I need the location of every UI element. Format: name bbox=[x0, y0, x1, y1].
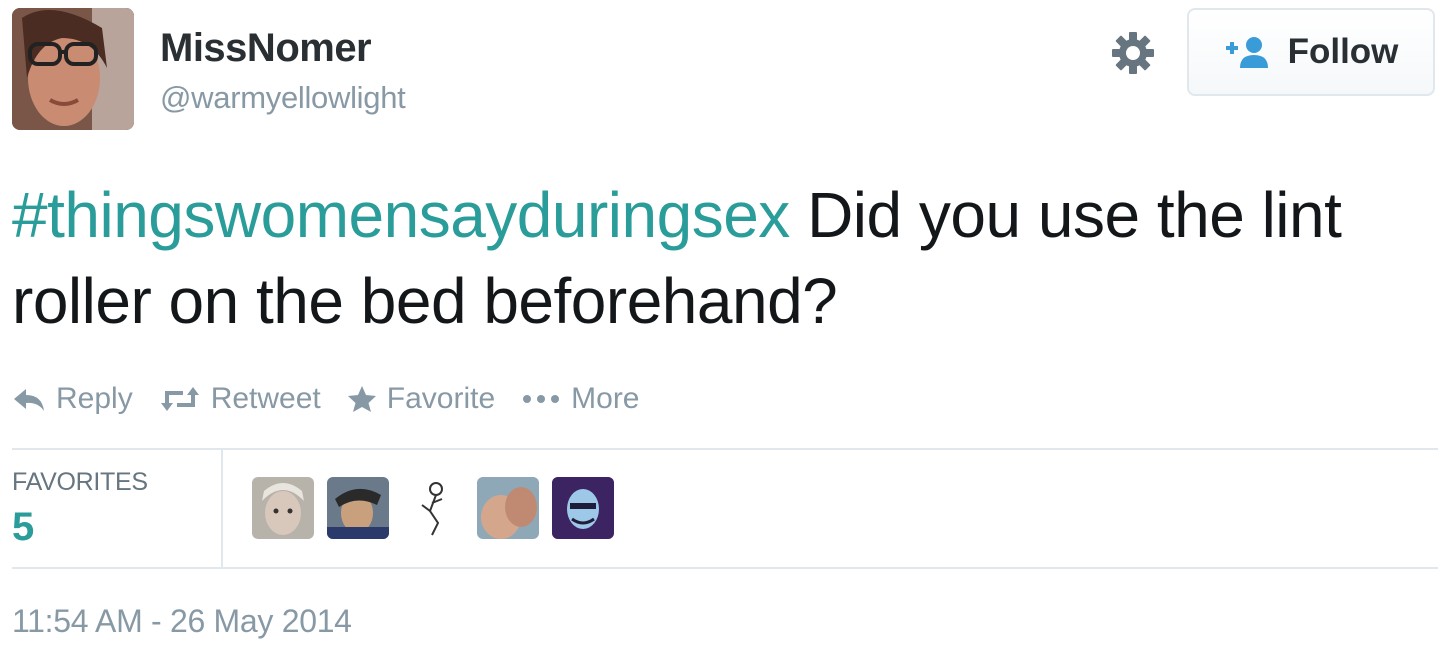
favorites-label: FAVORITES bbox=[12, 468, 148, 496]
user-avatar[interactable] bbox=[12, 8, 134, 130]
screen-name[interactable]: @warmyellowlight bbox=[160, 80, 406, 116]
follow-label: Follow bbox=[1287, 32, 1399, 71]
tweet-text: #thingswomensayduringsex Did you use the… bbox=[12, 172, 1422, 344]
retweet-button[interactable]: Retweet bbox=[159, 382, 321, 416]
favoriter-avatar[interactable] bbox=[552, 477, 614, 539]
reply-button[interactable]: Reply bbox=[12, 382, 133, 416]
follow-button[interactable]: Follow bbox=[1187, 8, 1435, 96]
tweet-timestamp[interactable]: 11:54 AM - 26 May 2014 bbox=[12, 603, 352, 640]
favoriter-avatar[interactable] bbox=[402, 477, 464, 539]
star-icon bbox=[347, 386, 376, 412]
tweet-actions: Reply Retweet Favorite More bbox=[12, 374, 666, 424]
favoriter-avatar[interactable] bbox=[327, 477, 389, 539]
tweet-card: MissNomer @warmyellowlight Follow #thing… bbox=[0, 0, 1440, 670]
reply-label: Reply bbox=[56, 382, 133, 415]
divider-bottom bbox=[12, 567, 1438, 569]
retweet-icon bbox=[160, 387, 199, 411]
more-button[interactable]: More bbox=[521, 382, 640, 416]
hashtag-link[interactable]: #thingswomensayduringsex bbox=[12, 179, 790, 251]
divider-top bbox=[12, 448, 1438, 450]
retweet-label: Retweet bbox=[210, 382, 321, 415]
stats-divider bbox=[221, 450, 223, 568]
favorite-label: Favorite bbox=[386, 382, 496, 415]
favorite-button[interactable]: Favorite bbox=[347, 382, 495, 416]
more-label: More bbox=[571, 382, 640, 415]
favorites-count[interactable]: 5 bbox=[12, 505, 34, 550]
favoriter-avatar[interactable] bbox=[477, 477, 539, 539]
favoriter-avatar[interactable] bbox=[252, 477, 314, 539]
more-dots-icon bbox=[523, 395, 560, 403]
favoriter-avatars bbox=[252, 477, 614, 539]
display-name[interactable]: MissNomer bbox=[160, 26, 372, 71]
add-user-icon bbox=[1225, 37, 1268, 68]
gear-icon[interactable] bbox=[1108, 28, 1158, 78]
reply-icon bbox=[14, 389, 44, 411]
